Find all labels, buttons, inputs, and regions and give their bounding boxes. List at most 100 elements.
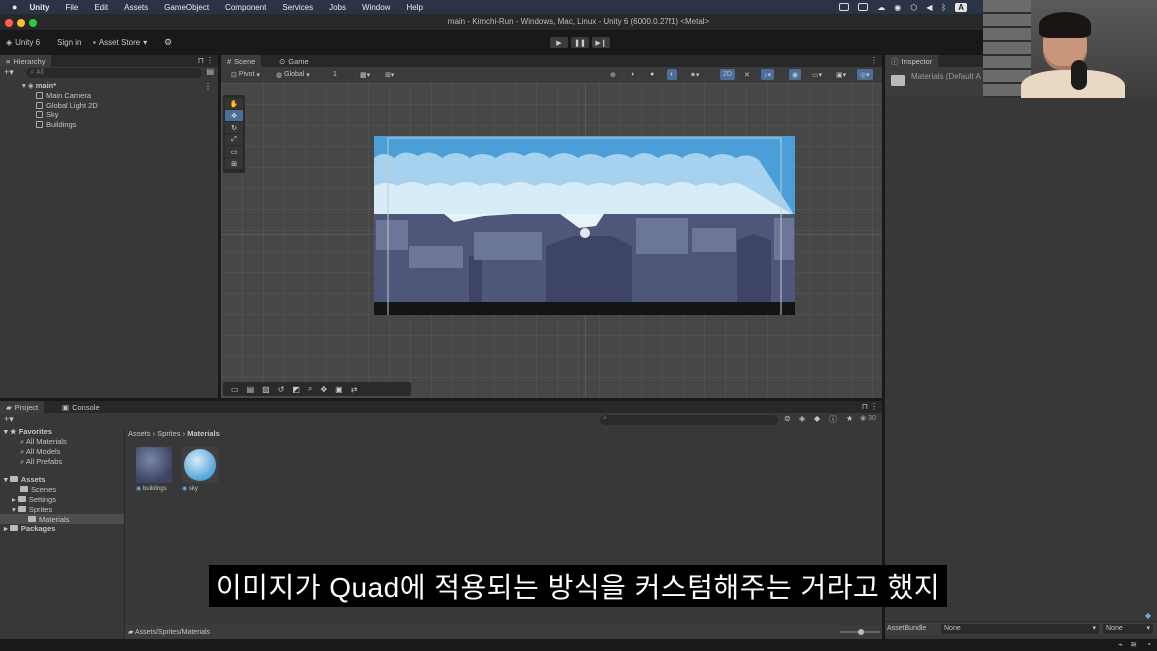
volume-icon[interactable]: ◀ — [926, 3, 932, 12]
menu-edit[interactable]: Edit — [94, 3, 108, 12]
menu-assets[interactable]: Assets — [124, 3, 148, 12]
shading-solid-button[interactable]: ● — [647, 69, 658, 80]
scene-artwork[interactable] — [374, 136, 795, 315]
pause-button[interactable]: ❚❚ — [571, 37, 589, 48]
eraser-icon[interactable]: ▣ — [335, 385, 343, 394]
info-icon[interactable]: ⓘ — [829, 414, 837, 425]
tilemap-icon[interactable]: ▤ — [247, 385, 255, 394]
move-tool-icon[interactable]: ✥ — [225, 110, 243, 121]
asset-file-buildings[interactable]: ◉ buildings — [136, 447, 172, 492]
project-search-input[interactable]: ⌕ — [600, 415, 778, 425]
rect-tool-icon[interactable]: ▭ — [225, 146, 243, 157]
assetbundle-variant-dropdown[interactable]: None ▾ — [1103, 624, 1153, 634]
picker-icon[interactable]: ⌕ — [308, 384, 312, 394]
render-mode-dropdown[interactable]: ✷▾ — [687, 69, 703, 80]
apple-icon[interactable]: ● — [12, 2, 17, 12]
favorite-all-materials[interactable]: ⌕ All Materials — [20, 437, 67, 447]
menu-gameobject[interactable]: GameObject — [164, 3, 209, 12]
step-button[interactable]: ▶❙ — [592, 37, 610, 48]
lock-icon[interactable]: ⊓ — [198, 56, 204, 65]
tab-game[interactable]: ⊙ Game — [273, 55, 315, 67]
camera-dropdown[interactable]: ▣▾ — [833, 69, 850, 80]
search-by-type-icon[interactable]: ⊜ — [784, 414, 791, 423]
hierarchy-item-main-camera[interactable]: Main Camera — [36, 91, 91, 100]
github-icon[interactable]: ◉ — [894, 3, 901, 12]
play-button[interactable]: ▶ — [550, 37, 568, 48]
rotate-tool-icon[interactable]: ↻ — [225, 122, 243, 133]
tag-icon[interactable]: ◆ — [814, 414, 820, 423]
account-button[interactable]: ◈ Unity 6 — [6, 38, 40, 47]
menu-component[interactable]: Component — [225, 3, 266, 12]
scale-tool-icon[interactable]: ⤢ — [225, 134, 243, 145]
menu-jobs[interactable]: Jobs — [329, 3, 346, 12]
gizmos-dropdown[interactable]: ◎▾ — [857, 69, 873, 80]
panel-menu-icon[interactable]: ⋮ — [206, 56, 214, 65]
shield-icon[interactable]: ⬡ — [910, 3, 917, 12]
assetbundle-dropdown[interactable]: None ▾ — [941, 624, 1099, 634]
bluetooth-icon[interactable]: ᛒ — [941, 3, 946, 12]
brush-icon[interactable]: ▨ — [262, 385, 270, 394]
tab-console[interactable]: ▣ Console — [56, 401, 106, 413]
folder-materials[interactable]: Materials — [28, 515, 69, 524]
asset-store-button[interactable]: ▪ Asset Store ▾ — [93, 38, 147, 47]
asset-file-sky[interactable]: ◉ sky — [182, 447, 218, 492]
menu-file[interactable]: File — [65, 3, 78, 12]
rotate-icon[interactable]: ↺ — [278, 385, 285, 394]
label-tag-icon[interactable]: ◆ — [1145, 611, 1151, 620]
folder-scenes[interactable]: Scenes — [20, 485, 56, 494]
slider-knob[interactable] — [858, 629, 864, 635]
transform-tool-icon[interactable]: ⊞ — [225, 158, 243, 169]
panel-menu-icon[interactable]: ⋮ — [870, 56, 878, 65]
shuffle-icon[interactable]: ⇄ — [351, 385, 358, 394]
expand-arrow-icon[interactable]: ▾ — [22, 81, 26, 90]
grid-snap-input[interactable]: 1 — [330, 69, 354, 80]
grid-visibility-button[interactable]: ▦▾ — [357, 69, 374, 80]
menu-help[interactable]: Help — [406, 3, 422, 12]
creative-cloud-icon[interactable]: ☁ — [877, 3, 885, 12]
scene-menu-icon[interactable]: ⋮ — [204, 82, 212, 91]
favorites-header[interactable]: ▾ ★ Favorites — [4, 427, 52, 436]
tab-inspector[interactable]: ⓘ Inspector — [885, 55, 939, 67]
filter-icon[interactable]: ▤ — [206, 67, 214, 76]
breadcrumb-sprites[interactable]: Sprites — [157, 429, 180, 438]
rect-select-icon[interactable]: ▭ — [231, 385, 239, 394]
breadcrumb-assets[interactable]: Assets — [128, 429, 151, 438]
move-handle[interactable] — [580, 228, 590, 238]
fill-icon[interactable]: ◩ — [292, 385, 300, 394]
create-asset-button[interactable]: +▾ — [4, 414, 14, 425]
assets-header[interactable]: ▾ Assets — [4, 475, 45, 484]
shading-wireframe-button[interactable]: ◑ — [627, 69, 638, 80]
mode-2d-toggle[interactable]: 2D — [720, 69, 735, 80]
sign-in-button[interactable]: Sign in — [57, 38, 81, 47]
effects-dropdown[interactable]: ▭▾ — [809, 69, 826, 80]
shading-textured-button[interactable]: ◐ — [667, 69, 678, 80]
favorite-all-models[interactable]: ⌕ All Models — [20, 447, 60, 457]
menu-window[interactable]: Window — [362, 3, 390, 12]
network-icon[interactable]: ⌁ — [1118, 640, 1123, 649]
lighting-toggle[interactable]: ✕ — [741, 69, 753, 80]
add-object-button[interactable]: +▾ — [4, 67, 14, 78]
snap-settings-button[interactable]: ⊞▾ — [382, 69, 398, 80]
visibility-toggle[interactable]: ◉ — [789, 69, 802, 80]
input-source-badge[interactable]: A — [955, 2, 967, 12]
orientation-gizmo-button[interactable]: ⊕ — [607, 69, 619, 80]
layers-icon[interactable]: ≋ — [1130, 640, 1137, 649]
hierarchy-item-sky[interactable]: Sky — [36, 110, 59, 119]
folder-sprites[interactable]: ▾ Sprites — [12, 505, 52, 514]
tab-scene[interactable]: # Scene — [221, 55, 262, 67]
tab-project[interactable]: ▰ Project — [0, 401, 45, 413]
move-icon[interactable]: ✥ — [320, 385, 327, 394]
menu-app-name[interactable]: Unity — [29, 3, 49, 12]
hierarchy-item-buildings[interactable]: Buildings — [36, 120, 76, 129]
tab-hierarchy[interactable]: ≡ Hierarchy — [0, 55, 52, 67]
hierarchy-search-input[interactable]: All — [26, 68, 202, 78]
thumbnail-size-slider[interactable] — [840, 629, 880, 635]
screen-record-icon[interactable] — [839, 3, 850, 11]
folder-settings[interactable]: ▸ Settings — [12, 495, 56, 504]
menu-services[interactable]: Services — [282, 3, 313, 12]
panel-menu-icon[interactable]: ⋮ — [870, 402, 878, 411]
global-dropdown[interactable]: ◍ Global ▾ — [273, 69, 313, 80]
hierarchy-item-global-light-2d[interactable]: Global Light 2D — [36, 101, 98, 110]
progress-icon[interactable]: ◔ — [1146, 640, 1151, 649]
packages-header[interactable]: ▸ Packages — [4, 524, 55, 533]
